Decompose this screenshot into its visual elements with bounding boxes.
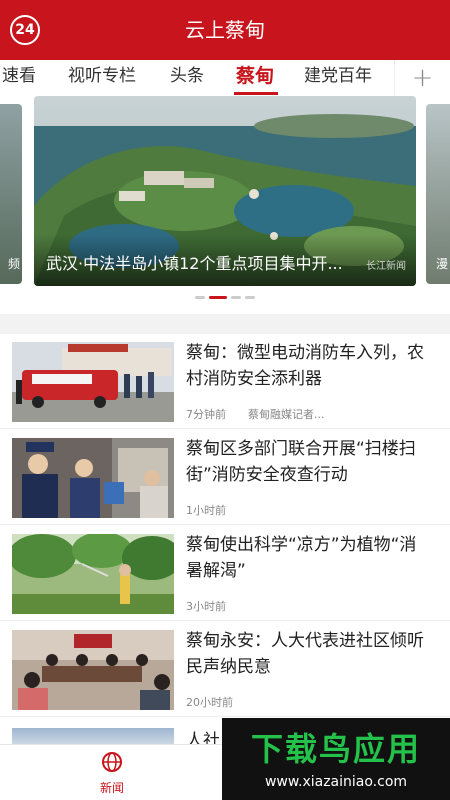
tab-shiting[interactable]: 视听专栏 [68,60,136,92]
tab-sukan[interactable]: 速看 [2,60,36,92]
carousel-dot-active[interactable] [209,296,227,299]
news-headline: 蔡甸使出科学“凉方”为植物“消暑解渴” [186,535,417,581]
slide-caption-bar: 武汉·中法半岛小镇12个重点项目集中开... 长江新闻 [34,234,416,286]
news-headline: 蔡甸：微型电动消防车入列，农村消防安全添利器 [186,343,424,389]
news-meta: 20小时前 [186,694,233,710]
carousel-dot[interactable] [231,296,241,299]
banner-carousel[interactable]: 频 武汉·中法半岛小镇12个重点项目集中开... 长江新闻 漫 [0,96,450,314]
tab-caidian[interactable]: 蔡甸 [236,60,274,92]
prev-slide[interactable]: 频 [0,104,22,284]
news-thumbnail [12,438,174,518]
app-title: 云上蔡甸 [185,18,265,42]
next-slide[interactable]: 漫 [426,104,450,284]
news-thumbnail [12,342,174,422]
news-item[interactable]: 蔡甸永安：人大代表进社区倾听民声纳民意 20小时前 [0,622,450,717]
plus-icon: + [411,63,434,93]
add-channel-button[interactable]: + [394,60,450,96]
nav-news-label: 新闻 [99,781,124,795]
tab-toutiao[interactable]: 头条 [170,60,204,92]
news-meta: 1小时前 [186,502,226,518]
news-time: 20小时前 [186,696,233,709]
news-source: 蔡甸融媒记者... [248,408,325,421]
next-slide-caption: 漫 [436,257,449,271]
slide-caption: 武汉·中法半岛小镇12个重点项目集中开... [46,254,343,273]
nav-news[interactable]: 新闻 [88,751,136,796]
carousel-dot[interactable] [245,296,255,299]
channel-tabs: 速看 视听专栏 头条 蔡甸 建党百年 + [0,60,450,96]
app-header: 24 云上蔡甸 [0,0,450,60]
globe-icon [102,752,122,772]
watermark-ad: 下载鸟应用 www.xiazainiao.com [222,718,450,800]
news-thumbnail [12,630,174,710]
ad-url: www.xiazainiao.com [264,774,408,790]
news-item[interactable]: 蔡甸区多部门联合开展“扫楼扫街”消防安全夜查行动 1小时前 [0,430,450,525]
slide-watermark: 长江新闻 [366,261,406,272]
news-time: 1小时前 [186,504,226,517]
carousel-dots [0,296,450,302]
active-tab-indicator [234,92,278,95]
carousel-dot[interactable] [195,296,205,299]
news-thumbnail [12,534,174,614]
news-item[interactable]: 蔡甸使出科学“凉方”为植物“消暑解渴” 3小时前 [0,526,450,621]
news-headline: 蔡甸永安：人大代表进社区倾听民声纳民意 [186,631,424,677]
tab-jiandang[interactable]: 建党百年 [304,60,372,92]
ad-brand: 下载鸟应用 [250,730,421,768]
news-time: 7分钟前 [186,408,226,421]
news-meta: 7分钟前 蔡甸融媒记者... [186,406,325,422]
news-time: 3小时前 [186,600,226,613]
prev-slide-caption: 频 [7,257,20,271]
section-divider [0,314,450,334]
news-headline: 蔡甸区多部门联合开展“扫楼扫街”消防安全夜查行动 [186,439,416,485]
current-slide[interactable]: 武汉·中法半岛小镇12个重点项目集中开... 长江新闻 [34,96,416,286]
news-meta: 3小时前 [186,598,226,614]
news-item[interactable]: 蔡甸：微型电动消防车入列，农村消防安全添利器 7分钟前 蔡甸融媒记者... [0,334,450,429]
